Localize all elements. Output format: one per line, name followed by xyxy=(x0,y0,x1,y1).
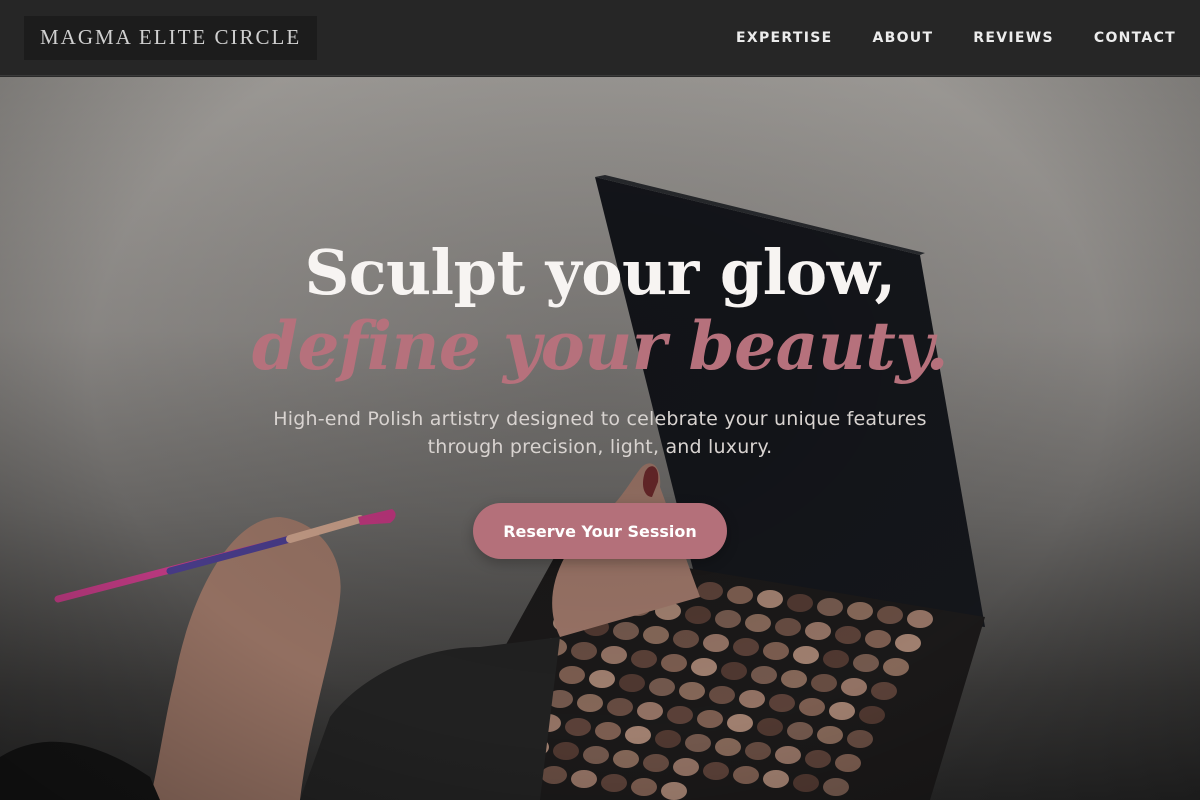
reserve-session-button[interactable]: Reserve Your Session xyxy=(473,503,727,559)
hero-content: Sculpt your glow, define your beauty. Hi… xyxy=(0,77,1200,800)
hero-section: Sculpt your glow, define your beauty. Hi… xyxy=(0,77,1200,800)
nav-link-about[interactable]: ABOUT xyxy=(872,30,933,46)
site-header: MAGMA ELITE CIRCLE EXPERTISE ABOUT REVIE… xyxy=(0,0,1200,76)
hero-subtitle: High-end Polish artistry designed to cel… xyxy=(273,408,927,458)
main-nav: EXPERTISE ABOUT REVIEWS CONTACT xyxy=(736,30,1176,46)
hero-headline-line1: Sculpt your glow, xyxy=(304,236,896,309)
nav-link-contact[interactable]: CONTACT xyxy=(1094,30,1176,46)
nav-link-expertise[interactable]: EXPERTISE xyxy=(736,30,832,46)
nav-link-reviews[interactable]: REVIEWS xyxy=(973,30,1054,46)
hero-headline-line2: define your beauty. xyxy=(251,307,949,385)
brand-logo[interactable]: MAGMA ELITE CIRCLE xyxy=(24,15,318,60)
